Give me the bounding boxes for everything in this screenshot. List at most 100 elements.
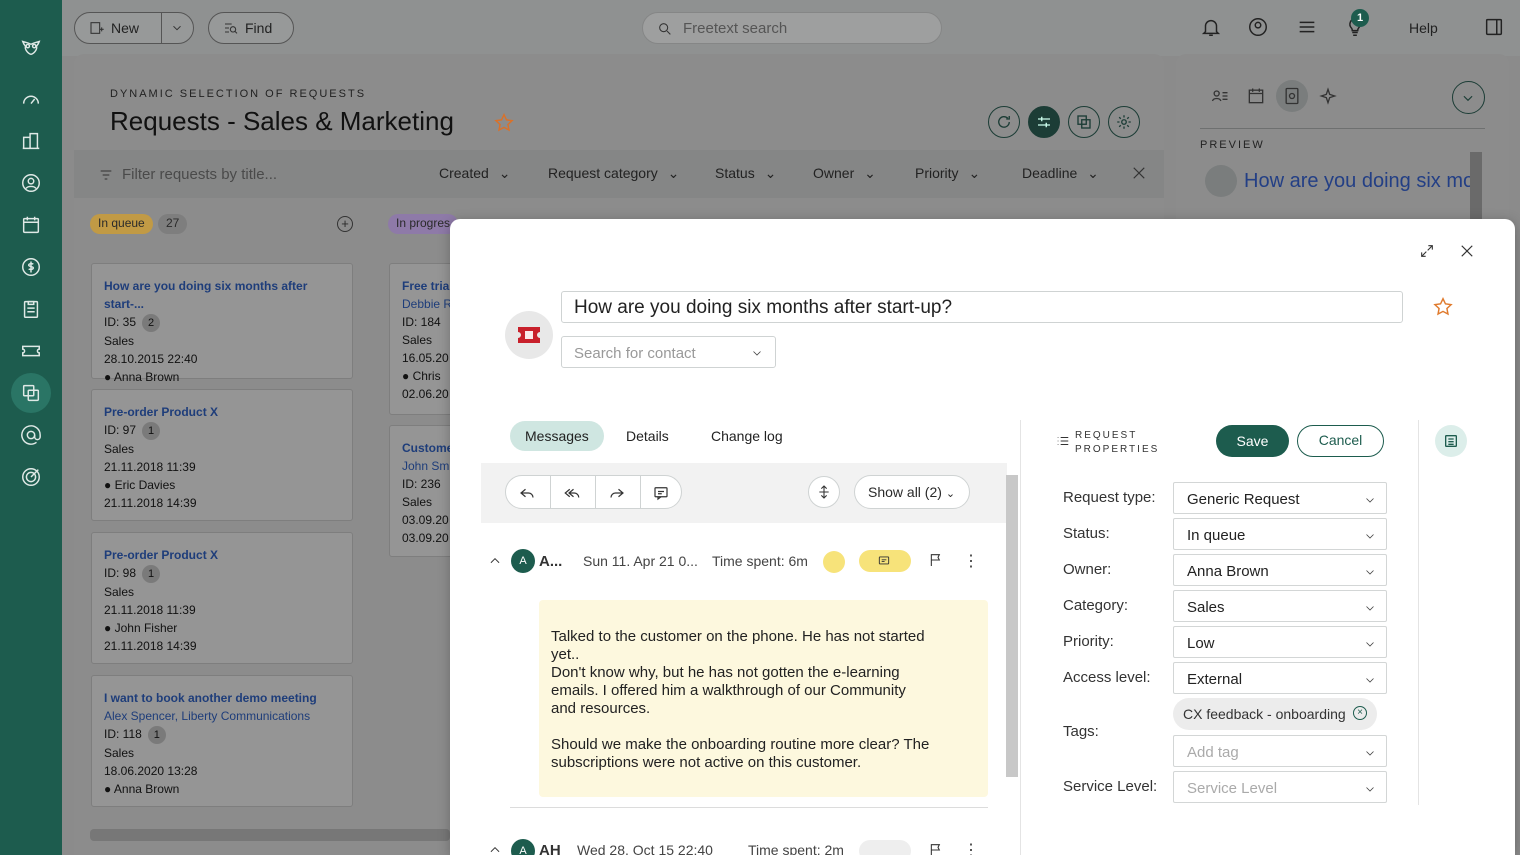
- expand-icon[interactable]: [1419, 243, 1435, 264]
- message-date: Sun 11. Apr 21 0...: [583, 553, 698, 569]
- project-icon[interactable]: [14, 292, 48, 326]
- properties-toggle-button[interactable]: [1435, 425, 1467, 457]
- column-badge-in-progress: In progres: [388, 214, 458, 234]
- request-card[interactable]: Custome John Smi ID: 236 Sales 03.09.20 …: [389, 425, 459, 557]
- ticket-icon[interactable]: [14, 334, 48, 368]
- filter-request-category[interactable]: Request category ⌄: [548, 165, 679, 182]
- service-level-label: Service Level:: [1063, 778, 1157, 795]
- tab-change-log[interactable]: Change log: [696, 421, 798, 451]
- menu-icon[interactable]: [1296, 16, 1318, 38]
- bell-icon[interactable]: [1200, 16, 1222, 38]
- show-all-dropdown[interactable]: Show all (2) ⌄: [854, 475, 970, 509]
- chevron-down-icon: [1364, 565, 1376, 577]
- calendar-31-icon[interactable]: [1246, 86, 1266, 111]
- page-title: Requests - Sales & Marketing: [110, 106, 454, 137]
- cancel-button[interactable]: Cancel: [1297, 425, 1384, 457]
- category-select[interactable]: Sales: [1173, 590, 1387, 622]
- remove-tag-icon[interactable]: ×: [1353, 706, 1367, 720]
- panel-toggle-icon[interactable]: [1483, 16, 1505, 38]
- new-button[interactable]: New: [74, 12, 194, 44]
- filter-title-input[interactable]: Filter requests by title...: [122, 166, 277, 183]
- sparkle-ai-icon[interactable]: [1318, 86, 1338, 111]
- expand-collapse-button[interactable]: [808, 476, 840, 508]
- email-icon[interactable]: [14, 418, 48, 452]
- note-icon[interactable]: [652, 484, 670, 507]
- find-button[interactable]: Find: [208, 12, 294, 44]
- close-icon[interactable]: [1458, 242, 1476, 265]
- favorite-star-icon[interactable]: [1432, 296, 1454, 323]
- request-title-input[interactable]: How are you doing six months after start…: [561, 291, 1403, 323]
- column-count: 27: [158, 214, 187, 234]
- avatar[interactable]: [1247, 16, 1269, 38]
- request-type-select[interactable]: Generic Request: [1173, 482, 1387, 514]
- flag-icon[interactable]: [928, 842, 944, 855]
- chevron-down-icon: [1364, 746, 1376, 758]
- service-level-select[interactable]: Service Level: [1173, 771, 1387, 803]
- dashboard-icon[interactable]: [14, 82, 48, 116]
- message-date: Wed 28. Oct 15 22:40: [577, 842, 713, 855]
- filter-priority[interactable]: Priority ⌄: [915, 165, 980, 182]
- filter-owner[interactable]: Owner ⌄: [813, 165, 876, 182]
- add-tag-select[interactable]: Add tag: [1173, 735, 1387, 767]
- internal-note-badge: [859, 550, 911, 572]
- owl-logo-icon[interactable]: [14, 30, 48, 64]
- priority-select[interactable]: Low: [1173, 626, 1387, 658]
- sales-icon[interactable]: [14, 250, 48, 284]
- refresh-button[interactable]: [988, 106, 1020, 138]
- more-options-icon[interactable]: ⋮: [963, 840, 979, 855]
- requests-icon[interactable]: [11, 373, 51, 413]
- filter-deadline[interactable]: Deadline ⌄: [1022, 165, 1099, 182]
- request-card[interactable]: I want to book another demo meeting Alex…: [91, 675, 353, 807]
- contact-search-input[interactable]: Search for contact: [561, 336, 776, 368]
- status-select[interactable]: In queue: [1173, 518, 1387, 550]
- message-author: AH: [539, 842, 561, 855]
- more-options-icon[interactable]: ⋮: [963, 551, 979, 571]
- preview-scrollbar[interactable]: [1470, 152, 1482, 222]
- owner-select[interactable]: Anna Brown: [1173, 554, 1387, 586]
- clear-filters-close-icon[interactable]: [1130, 164, 1148, 187]
- time-spent: Time spent: 6m: [712, 553, 808, 569]
- add-column-item-icon[interactable]: +: [337, 216, 353, 232]
- filter-toggle-button[interactable]: [1028, 106, 1060, 138]
- request-card[interactable]: Free tria Debbie R ID: 184 Sales 16.05.2…: [389, 263, 459, 415]
- collapse-message-icon[interactable]: [488, 843, 502, 855]
- help-link[interactable]: Help: [1409, 20, 1438, 36]
- access-level-select[interactable]: External: [1173, 662, 1387, 694]
- contacts-list-icon[interactable]: [1210, 86, 1230, 111]
- priority-label: Priority:: [1063, 633, 1114, 650]
- reply-icon[interactable]: [518, 484, 536, 507]
- settings-gear-icon[interactable]: [1108, 106, 1140, 138]
- request-card[interactable]: Pre-order Product X ID: 971 Sales 21.11.…: [91, 389, 353, 521]
- sidebar: [0, 0, 62, 855]
- new-button-label: New: [111, 20, 139, 36]
- filter-created[interactable]: Created ⌄: [439, 165, 510, 182]
- properties-heading: REQUESTPROPERTIES: [1075, 429, 1159, 457]
- flag-icon[interactable]: [928, 552, 944, 573]
- save-button[interactable]: Save: [1216, 425, 1289, 457]
- tab-details[interactable]: Details: [611, 421, 684, 451]
- forward-icon[interactable]: [608, 484, 626, 507]
- request-card[interactable]: How are you doing six months after start…: [91, 263, 353, 379]
- filter-status[interactable]: Status ⌄: [715, 165, 776, 182]
- document-preview-icon[interactable]: [1282, 86, 1302, 111]
- copy-button[interactable]: [1068, 106, 1100, 138]
- message-text: Talked to the customer on the phone. He …: [551, 628, 929, 772]
- messages-scrollbar[interactable]: [1006, 475, 1018, 777]
- reply-all-icon[interactable]: [563, 484, 581, 507]
- favorite-star-icon[interactable]: [493, 112, 515, 139]
- calendar-icon[interactable]: [14, 208, 48, 242]
- collapse-panel-button[interactable]: [1452, 81, 1485, 114]
- tab-messages[interactable]: Messages: [510, 421, 604, 451]
- chevron-down-icon[interactable]: [170, 21, 184, 38]
- avatar: A: [511, 549, 535, 573]
- preview-title[interactable]: How are you doing six mo: [1244, 170, 1470, 193]
- tag-chip[interactable]: CX feedback - onboarding ×: [1173, 698, 1377, 730]
- request-card[interactable]: Pre-order Product X ID: 981 Sales 21.11.…: [91, 532, 353, 664]
- collapse-message-icon[interactable]: [488, 554, 502, 573]
- target-icon[interactable]: [14, 460, 48, 494]
- horizontal-scrollbar[interactable]: [90, 829, 450, 841]
- company-icon[interactable]: [14, 124, 48, 158]
- contact-icon[interactable]: [14, 166, 48, 200]
- freetext-search-input[interactable]: Freetext search: [642, 12, 942, 44]
- reply-badge: [859, 840, 911, 855]
